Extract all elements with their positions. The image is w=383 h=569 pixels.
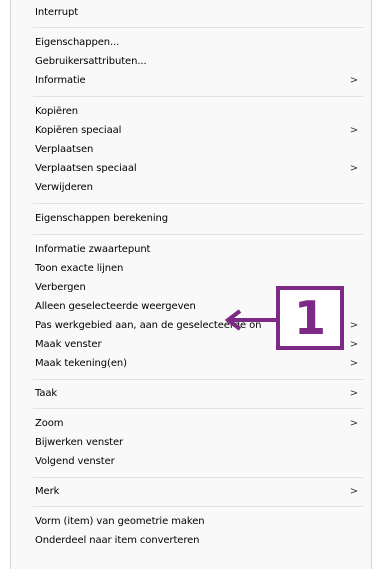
chevron-right-icon: > xyxy=(349,486,359,497)
menu-item-information[interactable]: Informatie > xyxy=(11,71,371,90)
menu-item-label: Bijwerken venster xyxy=(35,437,124,448)
menu-item-label: Kopiëren xyxy=(35,106,79,117)
menu-item-update-window[interactable]: Bijwerken venster xyxy=(11,433,371,452)
menu-item-delete[interactable]: Verwijderen xyxy=(11,178,371,197)
menu-separator xyxy=(33,96,363,97)
menu-item-copy-special[interactable]: Kopiëren speciaal > xyxy=(11,121,371,140)
menu-item-label: Merk xyxy=(35,486,60,497)
menu-item-label: Eigenschappen... xyxy=(35,37,120,48)
menu-separator xyxy=(33,27,363,28)
menu-separator xyxy=(33,203,363,204)
callout-number: 1 xyxy=(293,291,326,345)
chevron-right-icon: > xyxy=(349,358,359,369)
menu-item-label: Taak xyxy=(35,388,58,399)
menu-separator xyxy=(33,506,363,507)
chevron-right-icon: > xyxy=(349,418,359,429)
menu-separator xyxy=(33,379,363,380)
menu-item-label: Maak venster xyxy=(35,339,102,350)
menu-item-user-attributes[interactable]: Gebruikersattributen... xyxy=(11,52,371,71)
menu-item-task[interactable]: Taak > xyxy=(11,384,371,403)
menu-item-calculation-properties[interactable]: Eigenschappen berekening xyxy=(11,209,371,228)
menu-item-move[interactable]: Verplaatsen xyxy=(11,140,371,159)
menu-item-label: Vorm (item) van geometrie maken xyxy=(35,516,205,527)
menu-item-interrupt[interactable]: Interrupt xyxy=(11,3,371,22)
menu-item-copy[interactable]: Kopiëren xyxy=(11,102,371,121)
menu-item-make-shape[interactable]: Vorm (item) van geometrie maken xyxy=(11,512,371,531)
menu-item-label: Verplaatsen speciaal xyxy=(35,163,137,174)
menu-separator xyxy=(33,408,363,409)
chevron-right-icon: > xyxy=(349,75,359,86)
menu-item-label: Informatie zwaartepunt xyxy=(35,244,151,255)
chevron-right-icon: > xyxy=(349,163,359,174)
menu-item-label: Alleen geselecteerde weergeven xyxy=(35,301,196,312)
menu-item-move-special[interactable]: Verplaatsen speciaal > xyxy=(11,159,371,178)
arrow-left-icon xyxy=(224,309,278,331)
menu-item-properties[interactable]: Eigenschappen... xyxy=(11,33,371,52)
menu-separator xyxy=(33,477,363,478)
menu-separator xyxy=(33,234,363,235)
menu-item-mark[interactable]: Merk > xyxy=(11,482,371,501)
menu-item-show-exact-lines[interactable]: Toon exacte lijnen xyxy=(11,259,371,278)
menu-item-label: Toon exacte lijnen xyxy=(35,263,124,274)
menu-item-label: Maak tekening(en) xyxy=(35,358,127,369)
menu-item-label: Gebruikersattributen... xyxy=(35,56,147,67)
menu-item-zoom[interactable]: Zoom > xyxy=(11,414,371,433)
menu-item-label: Onderdeel naar item converteren xyxy=(35,535,200,546)
menu-item-label: Volgend venster xyxy=(35,456,115,467)
chevron-right-icon: > xyxy=(349,339,359,350)
menu-item-label: Zoom xyxy=(35,418,64,429)
menu-item-label: Interrupt xyxy=(35,7,79,18)
menu-item-label: Eigenschappen berekening xyxy=(35,213,169,224)
menu-item-label: Kopiëren speciaal xyxy=(35,125,122,136)
menu-item-label: Informatie xyxy=(35,75,86,86)
menu-item-create-drawings[interactable]: Maak tekening(en) > xyxy=(11,354,371,373)
menu-item-convert-part[interactable]: Onderdeel naar item converteren xyxy=(11,531,371,550)
step-callout-badge: 1 xyxy=(276,286,344,350)
chevron-right-icon: > xyxy=(349,125,359,136)
menu-item-label: Verwijderen xyxy=(35,182,93,193)
chevron-right-icon: > xyxy=(349,388,359,399)
chevron-right-icon: > xyxy=(349,320,359,331)
menu-item-label: Verbergen xyxy=(35,282,86,293)
menu-item-centroid-info[interactable]: Informatie zwaartepunt xyxy=(11,240,371,259)
context-menu: Interrupt Eigenschappen... Gebruikersatt… xyxy=(10,0,372,569)
menu-item-label: Verplaatsen xyxy=(35,144,94,155)
menu-item-next-window[interactable]: Volgend venster xyxy=(11,452,371,471)
